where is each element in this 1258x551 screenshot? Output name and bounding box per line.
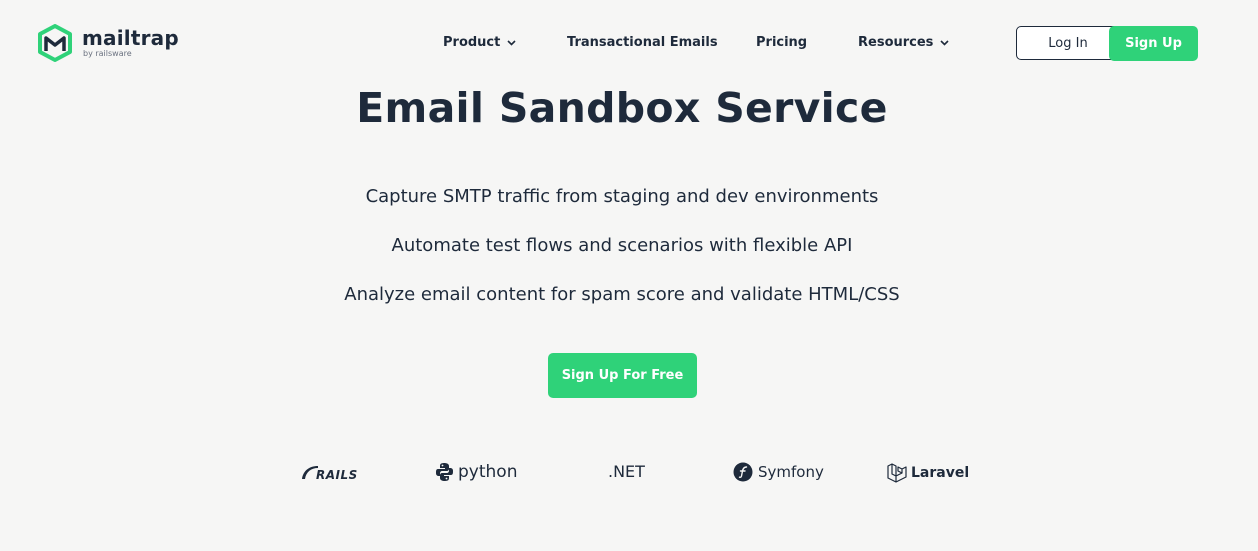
logo-tagline: by railsware — [83, 49, 132, 58]
mailtrap-logo-icon — [38, 24, 72, 62]
symfony-icon — [733, 462, 753, 482]
framework-python: python — [435, 462, 517, 482]
chevron-down-icon — [940, 39, 950, 46]
nav-item-product[interactable]: Product — [443, 35, 516, 50]
page-title: Email Sandbox Service — [356, 84, 888, 132]
nav-item-resources[interactable]: Resources — [858, 35, 950, 50]
feature-line: Capture SMTP traffic from staging and de… — [365, 186, 879, 207]
python-icon — [436, 463, 453, 481]
framework-rails: RAILS — [300, 462, 358, 482]
framework-label: Laravel — [911, 465, 970, 481]
signup-free-button[interactable]: Sign Up For Free — [548, 353, 697, 398]
nav-item-label: Transactional Emails — [567, 35, 718, 50]
framework-symfony: Symfony — [733, 462, 824, 482]
nav-item-label: Product — [443, 35, 501, 50]
framework-label: python — [458, 462, 518, 482]
laravel-icon — [887, 463, 907, 483]
nav-item-transactional-emails[interactable]: Transactional Emails — [567, 35, 718, 50]
nav-item-pricing[interactable]: Pricing — [756, 35, 807, 50]
framework-label: .NET — [608, 462, 645, 481]
framework-laravel: Laravel — [887, 462, 969, 484]
feature-line: Analyze email content for spam score and… — [344, 284, 900, 305]
framework-label: Symfony — [758, 463, 824, 481]
nav-item-label: Resources — [858, 35, 934, 50]
framework-label: RAILS — [316, 468, 358, 482]
feature-line: Automate test flows and scenarios with f… — [391, 235, 853, 256]
login-button[interactable]: Log In — [1016, 26, 1120, 60]
nav-item-label: Pricing — [756, 35, 808, 50]
signup-button[interactable]: Sign Up — [1109, 26, 1198, 61]
chevron-down-icon — [507, 39, 516, 46]
logo-wordmark: mailtrap — [82, 26, 179, 50]
framework-dotnet: .NET — [608, 462, 645, 481]
landing-page: mailtrap by railsware Product Transactio… — [0, 0, 1258, 551]
mailtrap-logo[interactable]: mailtrap by railsware — [37, 24, 179, 62]
